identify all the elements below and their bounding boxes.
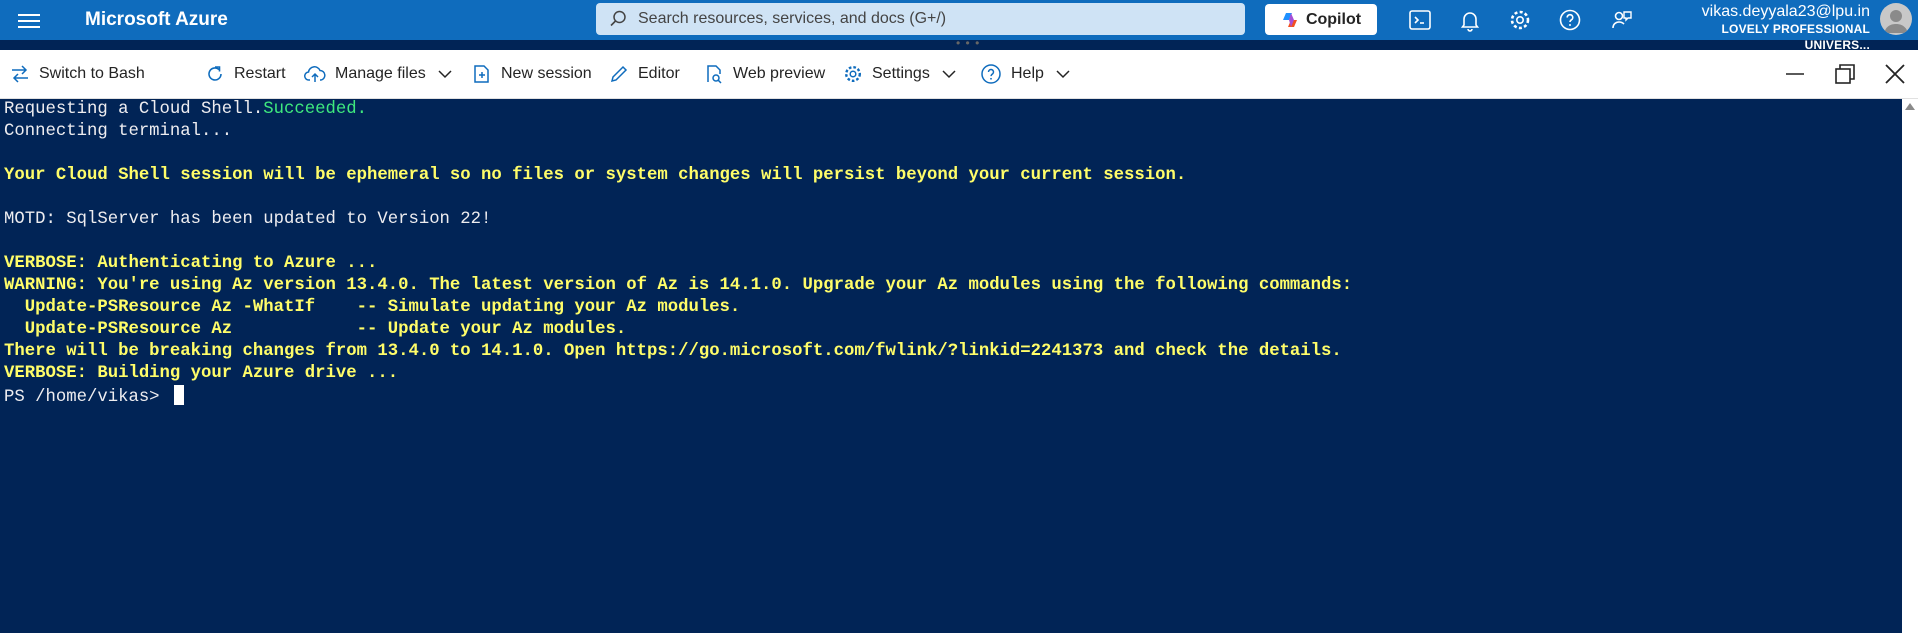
web-preview-button[interactable]: Web preview xyxy=(704,62,825,86)
terminal-line: Your Cloud Shell session will be ephemer… xyxy=(4,166,1187,185)
chevron-down-icon xyxy=(438,70,452,79)
chevron-down-icon xyxy=(942,70,956,79)
settings-button[interactable]: Settings xyxy=(843,62,965,86)
cloud-shell-icon[interactable] xyxy=(1408,8,1432,32)
new-session-icon xyxy=(474,65,489,83)
terminal-line: Update-PSResource Az -WhatIf -- Simulate… xyxy=(4,298,741,317)
terminal-scrollbar[interactable] xyxy=(1902,99,1918,633)
avatar[interactable] xyxy=(1880,3,1912,35)
new-session-button[interactable]: New session xyxy=(472,62,592,86)
terminal-line: Requesting a Cloud Shell.Succeeded. xyxy=(4,100,367,119)
account-email: vikas.deyyala23@lpu.in xyxy=(1701,3,1870,20)
editor-label: Editor xyxy=(638,65,680,82)
maximize-icon[interactable] xyxy=(1833,62,1857,86)
editor-button[interactable]: Editor xyxy=(609,62,680,86)
web-preview-icon xyxy=(707,65,722,84)
manage-files-button[interactable]: Manage files xyxy=(304,62,461,86)
restart-icon xyxy=(208,66,222,81)
cloud-shell-toolbar: Switch to Bash Restart Manage files New … xyxy=(0,50,1918,99)
account-info[interactable]: vikas.deyyala23@lpu.in LOVELY PROFESSION… xyxy=(1660,3,1870,53)
user-avatar-icon xyxy=(1884,10,1908,33)
copilot-icon xyxy=(1282,12,1297,27)
help-icon[interactable] xyxy=(1558,8,1582,32)
portal-menu-icon[interactable] xyxy=(18,11,40,29)
terminal-output[interactable]: Requesting a Cloud Shell.Succeeded. Conn… xyxy=(0,99,1902,633)
brand-title[interactable]: Microsoft Azure xyxy=(85,9,228,31)
switch-to-bash-button[interactable]: Switch to Bash xyxy=(10,62,145,86)
search-icon xyxy=(610,10,626,27)
switch-to-bash-label: Switch to Bash xyxy=(39,65,145,82)
terminal-line: VERBOSE: Authenticating to Azure ... xyxy=(4,254,378,273)
question-circle-icon xyxy=(981,64,1001,84)
terminal-line: WARNING: You're using Az version 13.4.0.… xyxy=(4,276,1353,295)
help-label: Help xyxy=(1011,65,1044,82)
copilot-label: Copilot xyxy=(1305,10,1362,28)
notifications-bell-icon[interactable] xyxy=(1458,8,1482,32)
scroll-up-arrow-icon[interactable] xyxy=(1905,103,1915,110)
switch-arrows-icon xyxy=(12,65,28,83)
chevron-down-icon xyxy=(1056,70,1070,79)
account-org: LOVELY PROFESSIONAL UNIVERS... xyxy=(1721,22,1870,52)
terminal-prompt: PS /home/vikas> xyxy=(4,388,170,407)
feedback-icon[interactable] xyxy=(1610,8,1634,32)
cloud-upload-icon xyxy=(304,66,326,82)
new-session-label: New session xyxy=(501,65,592,82)
web-preview-label: Web preview xyxy=(733,65,826,82)
manage-files-label: Manage files xyxy=(335,65,426,82)
gear-icon xyxy=(844,65,862,83)
terminal-cursor xyxy=(173,385,184,405)
terminal-line: There will be breaking changes from 13.4… xyxy=(4,342,1342,361)
terminal-line: Connecting terminal... xyxy=(4,122,233,141)
close-icon[interactable] xyxy=(1883,62,1907,86)
help-button[interactable]: Help xyxy=(980,62,1079,86)
terminal-line: Update-PSResource Az -- Update your Az m… xyxy=(4,320,627,339)
search-input[interactable] xyxy=(636,9,1200,29)
pencil-icon xyxy=(610,65,628,83)
minimize-icon[interactable] xyxy=(1783,62,1807,86)
resize-grip-icon[interactable]: • • • xyxy=(956,37,980,49)
terminal-line: VERBOSE: Building your Azure drive ... xyxy=(4,364,399,383)
global-search[interactable] xyxy=(596,3,1245,35)
settings-gear-icon[interactable] xyxy=(1508,8,1532,32)
restart-button[interactable]: Restart xyxy=(205,62,286,86)
restart-label: Restart xyxy=(234,65,286,82)
terminal-line: MOTD: SqlServer has been updated to Vers… xyxy=(4,210,492,229)
terminal-prompt-line[interactable]: PS /home/vikas> xyxy=(4,385,184,407)
copilot-button[interactable]: Copilot xyxy=(1265,4,1377,35)
azure-top-bar: Microsoft Azure Copilot xyxy=(0,0,1918,52)
settings-label: Settings xyxy=(872,65,930,82)
